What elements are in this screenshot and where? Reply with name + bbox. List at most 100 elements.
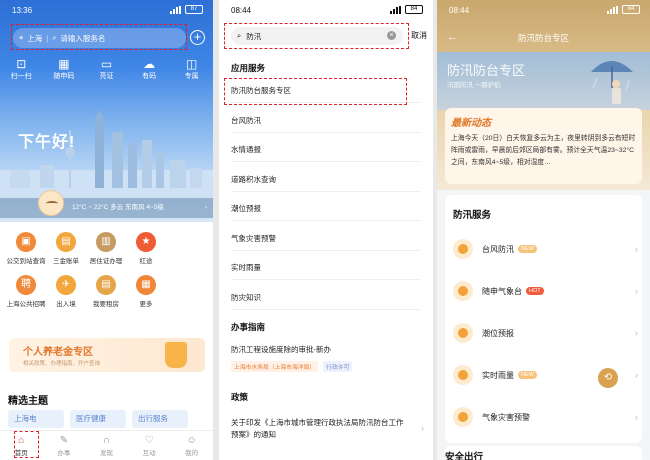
search-result-item[interactable]: 潮位预报 xyxy=(231,197,421,221)
card-icon: ▭ xyxy=(100,57,113,71)
battery-icon: 84 xyxy=(405,5,423,14)
banner-cup-icon xyxy=(165,342,187,368)
weather-bar[interactable]: 12°C ~ 22°C 多云 东南风 4~5级 › xyxy=(0,198,213,218)
banner-subtitle: 相关政策、办理指南、开户查询 xyxy=(23,361,101,367)
service-icon: ✈ xyxy=(56,275,76,295)
mascot-icon xyxy=(38,190,64,216)
flood-service-item[interactable]: 随申气象台 HOT › xyxy=(453,279,638,303)
weather-text: 12°C ~ 22°C 多云 东南风 4~5级 xyxy=(72,204,164,211)
status-bar: 08:44 84 xyxy=(437,0,650,24)
guide-title: 防汛工程设施度除的审批-新办 xyxy=(231,345,331,354)
quick-action[interactable]: ◫ 专属 xyxy=(174,57,210,81)
topic-card[interactable]: 上海电 xyxy=(8,410,64,428)
search-result-item[interactable]: 防灾知识 xyxy=(231,286,421,310)
badge-new: NEW xyxy=(518,245,537,253)
service-item[interactable]: ✈ 出入境 xyxy=(46,275,86,308)
service-label: 公交到站查询 xyxy=(6,258,46,265)
search-result-item[interactable]: 实时雨量 xyxy=(231,256,421,280)
news-body: 上海今天（20日）白天恢复多云为主，夜里转阴到多云有短时阵雨或雷雨，早晨前后郊区… xyxy=(451,135,636,166)
hero-banner: 防汛防台专区 汛期防汛 一路护航 xyxy=(437,52,650,110)
search-result-item[interactable]: 水情通报 xyxy=(231,138,421,162)
tab-user[interactable]: ☺ 我的 xyxy=(174,431,210,460)
search-result-item[interactable]: 道路积水查询 xyxy=(231,168,421,192)
flood-service-label: 台风防汛 xyxy=(482,244,514,254)
policy-item[interactable]: 关于印发《上海市城市管理行政执法局防汛防台工作预案》的通知 xyxy=(231,417,406,441)
search-results-screen: 08:44 84 ⌕ 防汛 × 取消 应用服务 防汛防台服务专区 台风防汛 水情通报… xyxy=(219,0,433,460)
service-icon: ▦ xyxy=(136,275,156,295)
chevron-right-icon: › xyxy=(635,328,638,338)
service-label: 出入境 xyxy=(56,301,76,308)
weather-service-icon xyxy=(453,323,473,343)
service-item[interactable]: ▤ 三金账单 xyxy=(46,232,86,265)
signal-icon xyxy=(170,5,181,14)
service-label: 上海公共招聘 xyxy=(6,301,46,308)
share-icon[interactable]: ⟲ xyxy=(598,368,618,388)
tab-pen[interactable]: ✎ 办事 xyxy=(46,431,82,460)
topics-row: 上海电 医疗健康 出行服务 xyxy=(8,410,188,428)
guide-heading: 办事指南 xyxy=(231,322,266,332)
service-label: 红途 xyxy=(139,258,153,265)
service-item[interactable]: ▦ 更多 xyxy=(126,275,166,308)
service-icon: ▤ xyxy=(56,232,76,252)
flood-service-item[interactable]: 台风防汛 NEW › xyxy=(453,237,638,261)
flood-services-card: 防汛服务 台风防汛 NEW › 随申气象台 HOT › 潮位预报 › 实时雨量 NEW… xyxy=(445,195,642,443)
quick-action-label: 扫一扫 xyxy=(10,73,32,80)
page-title: 防汛防台专区 xyxy=(517,33,569,43)
cancel-button[interactable]: 取消 xyxy=(411,30,427,41)
weather-service-icon xyxy=(453,239,473,259)
chevron-right-icon: › xyxy=(635,370,638,380)
flood-zone-header: 08:44 84 ← 防汛防台专区 防汛防台专区 汛期防汛 一路护航 最新动态 … xyxy=(437,0,650,190)
discover-icon: ∩ xyxy=(102,435,111,446)
skyline-illustration xyxy=(0,110,213,200)
home-screen: 13:36 87 ⌖ 上海 | ⌕ 请输入服务名 + ⊡ 扫一扫 ▦ 随申码 ▭ 亮… xyxy=(0,0,213,460)
service-grid: ▣ 公交到站查询 ▤ 三金账单 ▥ 居住证办理 ★ 红途聘 上海公共招聘 ✈ 出入境 ▤ … xyxy=(6,232,206,308)
flood-service-item[interactable]: 气象灾害预警 › xyxy=(453,405,638,429)
service-item[interactable]: 聘 上海公共招聘 xyxy=(6,275,46,308)
tab-heart[interactable]: ♡ 互动 xyxy=(131,431,167,460)
search-result-item[interactable]: 气象灾害预警 xyxy=(231,227,421,251)
grid-spacer xyxy=(166,232,206,265)
topic-card[interactable]: 医疗健康 xyxy=(70,410,126,428)
chevron-right-icon: › xyxy=(421,423,424,433)
flood-service-label: 实时雨量 xyxy=(482,370,514,380)
quick-action-label: 随申码 xyxy=(53,73,75,80)
status-time: 13:36 xyxy=(12,6,33,15)
weather-service-icon xyxy=(453,407,473,427)
quick-actions: ⊡ 扫一扫 ▦ 随申码 ▭ 亮证 ☁ 有码 ◫ 专属 xyxy=(0,57,213,81)
quick-action[interactable]: ▭ 亮证 xyxy=(88,57,124,81)
service-item[interactable]: ▤ 我要租房 xyxy=(86,275,126,308)
heart-icon: ♡ xyxy=(144,435,154,446)
badge-new: NEW xyxy=(518,371,537,379)
topics-title: 精选主题 xyxy=(8,396,48,407)
user-icon: ☺ xyxy=(186,435,197,446)
service-icon: 聘 xyxy=(16,275,36,295)
highlight-search xyxy=(11,24,187,50)
latest-news-card[interactable]: 最新动态 上海今天（20日）白天恢复多云为主，夜里转阴到多云有短时阵雨或雷雨，早… xyxy=(445,108,642,184)
qr-icon: ▦ xyxy=(58,57,70,71)
chevron-right-icon: › xyxy=(635,412,638,422)
guide-item[interactable]: 防汛工程设施度除的审批-新办 上海市水务局（上海市海洋局） 行政许可 xyxy=(231,344,421,372)
quick-action[interactable]: ⊡ 扫一扫 xyxy=(3,57,39,81)
search-result-item[interactable]: 台风防汛 xyxy=(231,109,421,133)
tab-label: 发现 xyxy=(99,450,113,457)
service-label: 更多 xyxy=(139,301,153,308)
topic-card[interactable]: 出行服务 xyxy=(132,410,188,428)
cloud-icon: ☁ xyxy=(143,57,156,71)
news-title-highlight: 最新 xyxy=(451,118,471,129)
highlight-search-input xyxy=(224,23,409,49)
service-item[interactable]: ▥ 居住证办理 xyxy=(86,232,126,265)
pension-banner[interactable]: 个人养老金专区 相关政策、办理指南、开户查询 xyxy=(9,338,205,372)
status-time: 08:44 xyxy=(231,6,252,15)
service-item[interactable]: ★ 红途 xyxy=(126,232,166,265)
add-icon[interactable]: + xyxy=(190,30,205,45)
quick-action[interactable]: ▦ 随申码 xyxy=(46,57,82,81)
quick-action[interactable]: ☁ 有码 xyxy=(131,57,167,81)
tab-discover[interactable]: ∩ 发现 xyxy=(88,431,124,460)
service-item[interactable]: ▣ 公交到站查询 xyxy=(6,232,46,265)
service-label: 我要租房 xyxy=(93,301,119,308)
flood-service-item[interactable]: 潮位预报 › xyxy=(453,321,638,345)
quick-action-label: 有码 xyxy=(142,73,157,80)
service-icon: ★ xyxy=(136,232,156,252)
highlight-home-tab xyxy=(14,431,39,458)
hero-subtitle: 汛期防汛 一路护航 xyxy=(447,82,501,89)
